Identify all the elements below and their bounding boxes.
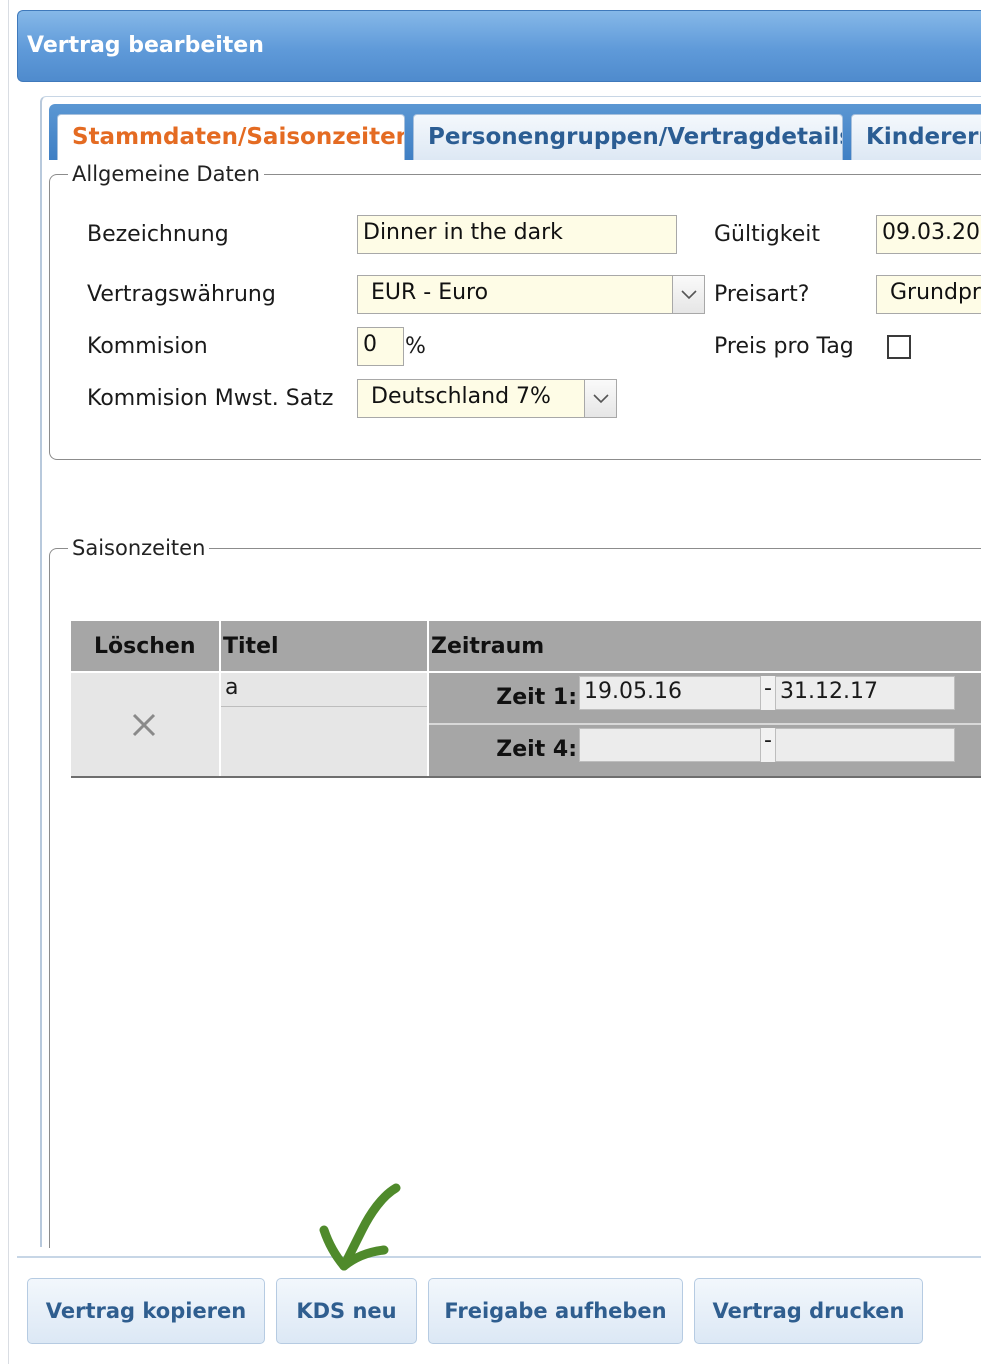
zeit1-label: Zeit 1: [496,685,577,710]
vertragswaehrung-select[interactable]: EUR - Euro [357,275,705,314]
preis-pro-tag-label: Preis pro Tag [714,334,854,359]
gueltigkeit-label: Gültigkeit [714,222,821,247]
bezeichnung-input[interactable]: Dinner in the dark [357,215,677,254]
gueltigkeit-input[interactable]: 09.03.20 [876,215,981,254]
saisonzeiten-legend: Saisonzeiten [68,536,210,560]
left-edge [0,0,9,1364]
tab-strip: Stammdaten/Saisonzeiten Personengruppen/… [49,104,981,160]
allgemeine-daten-legend: Allgemeine Daten [68,162,264,186]
footer-divider [17,1256,981,1258]
window-header: Vertrag bearbeiten [17,10,981,82]
close-icon[interactable] [131,712,157,742]
table-bottom-border [71,776,981,778]
kds-neu-button[interactable]: KDS neu [276,1278,417,1344]
zeit1-from-input[interactable]: 19.05.16 [579,676,761,710]
titel-input[interactable]: a [221,673,427,707]
tab-label: Personengruppen/Vertragdetails [428,124,843,150]
zeit4-from-input[interactable] [579,728,761,762]
window-title: Vertrag bearbeiten [27,33,264,58]
kommision-mwst-label: Kommision Mwst. Satz [87,386,334,411]
vertrag-kopieren-button[interactable]: Vertrag kopieren [27,1278,265,1344]
vertragswaehrung-value: EUR - Euro [371,280,489,305]
bezeichnung-label: Bezeichnung [87,222,229,247]
delete-cell [71,673,219,777]
preis-pro-tag-checkbox[interactable] [887,335,911,359]
tab-label: Stammdaten/Saisonzeiten [72,124,405,150]
vertrag-drucken-button[interactable]: Vertrag drucken [694,1278,923,1344]
column-header-zeitraum: Zeitraum [429,621,981,671]
titel-cell: a [221,673,427,777]
column-header-loeschen: Löschen [71,621,219,671]
row-divider [429,723,981,725]
zeitraum-cell: Zeit 1: 19.05.16 - 31.12.17 Zeit 4: - [429,673,981,777]
zeit4-to-input[interactable] [775,728,955,762]
zeit1-to-input[interactable]: 31.12.17 [775,676,955,710]
kommision-mwst-select[interactable]: Deutschland 7% [357,379,617,418]
freigabe-aufheben-button[interactable]: Freigabe aufheben [428,1278,683,1344]
tab-stammdaten[interactable]: Stammdaten/Saisonzeiten [57,114,405,160]
kommision-unit: % [405,334,426,359]
chevron-down-icon[interactable] [584,380,616,417]
preisart-select[interactable]: Grundpr [876,275,981,314]
kommision-mwst-value: Deutschland 7% [371,384,551,409]
kommision-label: Kommision [87,334,208,359]
kommision-input[interactable]: 0 [357,327,404,366]
checkmark-annotation-icon [319,1183,401,1271]
tab-kinderermaessigung[interactable]: Kindererm [851,114,981,160]
vertragswaehrung-label: Vertragswährung [87,282,276,307]
zeit4-label: Zeit 4: [496,737,577,762]
tab-personengruppen[interactable]: Personengruppen/Vertragdetails [413,114,843,160]
tab-label: Kindererm [866,124,981,150]
preisart-label: Preisart? [714,282,810,307]
zeit4-separator: - [761,728,775,762]
column-header-titel: Titel [221,621,427,671]
zeit1-separator: - [761,676,775,710]
chevron-down-icon[interactable] [672,276,704,313]
